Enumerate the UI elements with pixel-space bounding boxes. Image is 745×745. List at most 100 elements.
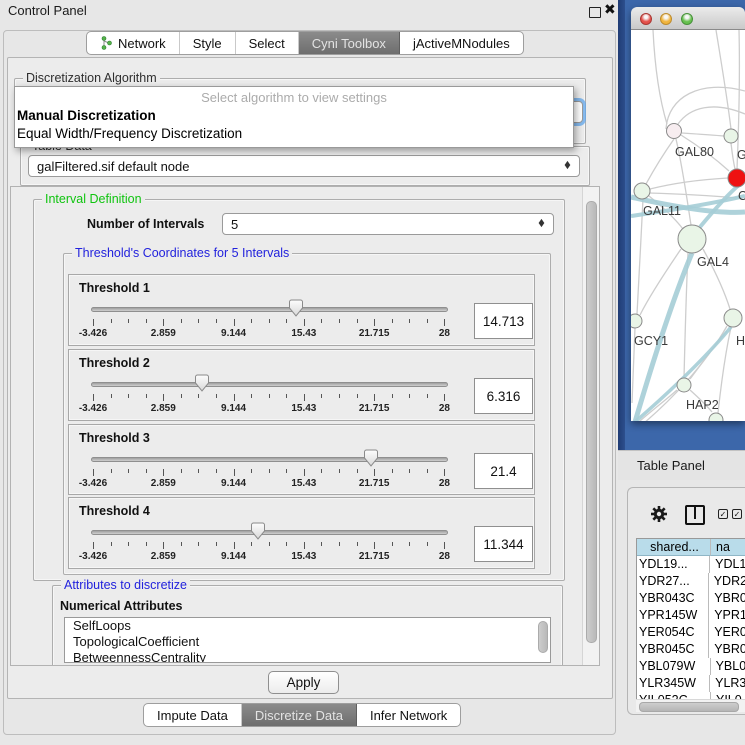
network-window-titlebar	[631, 7, 745, 30]
cell-shared-name: YDR27...	[637, 573, 709, 590]
cell-shared-name: YBR043C	[637, 590, 709, 607]
network-node[interactable]	[728, 169, 745, 187]
slider-tick-label: 2.859	[151, 478, 176, 489]
table-row[interactable]: YBL079WYBL0	[637, 658, 745, 675]
checkbox-column-icon[interactable]: ✓	[732, 509, 742, 519]
table-horizontal-scrollbar[interactable]	[636, 699, 745, 712]
attribute-list-item[interactable]: SelfLoops	[65, 618, 550, 634]
number-of-intervals-combobox[interactable]: 5 ▲▼	[222, 213, 554, 235]
close-traffic-light-icon[interactable]	[640, 13, 652, 25]
table-row[interactable]: YER054CYER0	[637, 624, 745, 641]
slider-handle[interactable]	[251, 522, 266, 541]
network-node[interactable]	[709, 413, 723, 421]
table-row[interactable]: YBR043CYBR0	[637, 590, 745, 607]
network-canvas[interactable]: GAL80GACGAL11GAL4GCY1HHAP2	[631, 30, 745, 421]
table-hscrollbar-thumb[interactable]	[639, 702, 739, 712]
slider-handle[interactable]	[363, 449, 378, 468]
cell-name: YBL0	[711, 658, 745, 675]
tab-select[interactable]: Select	[236, 32, 299, 54]
float-window-icon[interactable]	[589, 7, 601, 18]
tab-impute-data[interactable]: Impute Data	[144, 704, 242, 726]
threshold-label: Threshold 4	[79, 504, 150, 518]
tab-label: Network	[118, 36, 166, 51]
network-node-label: H	[736, 334, 745, 348]
tab-network[interactable]: Network	[87, 32, 180, 54]
slider-tick	[93, 319, 94, 326]
table-data-combobox-value: galFiltered.sif default node	[37, 159, 189, 174]
table-row[interactable]: YDL19...YDL1	[637, 556, 745, 573]
network-node[interactable]	[631, 314, 642, 328]
attribute-list-item[interactable]: TopologicalCoefficient	[65, 634, 550, 650]
settings-scrollbar-thumb[interactable]	[586, 201, 597, 643]
popup-item-manual-discretization[interactable]: Manual Discretization	[17, 108, 156, 123]
threshold-value-field[interactable]: 14.713	[474, 303, 533, 339]
threshold-value-field[interactable]: 6.316	[474, 378, 533, 414]
slider-track[interactable]	[91, 457, 448, 462]
slider-tick	[163, 319, 164, 326]
checkbox-column-icon[interactable]: ✓	[718, 509, 728, 519]
slider-tick	[93, 394, 94, 401]
close-icon[interactable]: ✖	[604, 1, 616, 18]
cell-shared-name: YBR045C	[637, 641, 709, 658]
table-header-row[interactable]: shared...na	[637, 539, 745, 556]
network-node[interactable]	[724, 129, 738, 143]
threshold-value-field[interactable]: 11.344	[474, 526, 533, 562]
gene-table[interactable]: shared...na YDL19...YDL1YDR27...YDR2YBR0…	[636, 538, 745, 700]
table-row[interactable]: YPR145WYPR1	[637, 607, 745, 624]
gear-icon[interactable]	[650, 505, 668, 523]
slider-tick	[392, 319, 393, 323]
slider-tick	[234, 319, 235, 326]
column-header-shared-name[interactable]: shared...	[637, 539, 711, 556]
slider-tick	[444, 542, 445, 549]
popup-prompt: Select algorithm to view settings	[15, 90, 573, 105]
threshold-label: Threshold 1	[79, 281, 150, 295]
control-panel: Control Panel ✖ NetworkStyleSelectCyni T…	[0, 0, 618, 745]
popup-item-equal-width-frequency[interactable]: Equal Width/Frequency Discretization	[17, 126, 242, 141]
slider-tick	[427, 394, 428, 398]
attribute-list-item[interactable]: BetweennessCentrality	[65, 650, 550, 663]
table-panel-titlebar: Table Panel	[618, 450, 745, 481]
network-node[interactable]	[677, 378, 691, 392]
network-node[interactable]	[724, 309, 742, 327]
cell-shared-name: YER054C	[637, 624, 709, 641]
combo-stepper-icon: ▲▼	[533, 220, 553, 228]
slider-tick	[321, 319, 322, 323]
tab-jactivemnodules[interactable]: jActiveMNodules	[400, 32, 523, 54]
minimize-traffic-light-icon[interactable]	[660, 13, 672, 25]
column-header-name[interactable]: na	[711, 539, 745, 556]
slider-track[interactable]	[91, 530, 448, 535]
table-row[interactable]: YDR27...YDR2	[637, 573, 745, 590]
network-node[interactable]	[678, 225, 706, 253]
slider-tick	[304, 542, 305, 549]
threshold-value-field[interactable]: 21.4	[474, 453, 533, 489]
slider-tick	[269, 542, 270, 546]
tab-infer-network[interactable]: Infer Network	[357, 704, 460, 726]
network-node[interactable]	[667, 124, 682, 139]
slider-track[interactable]	[91, 382, 448, 387]
tab-cyni-toolbox[interactable]: Cyni Toolbox	[299, 32, 400, 54]
network-node-label: GAL11	[643, 204, 681, 218]
network-node-label: HAP2	[686, 398, 719, 412]
slider-handle[interactable]	[288, 299, 303, 318]
slider-tick	[269, 319, 270, 323]
zoom-traffic-light-icon[interactable]	[681, 13, 693, 25]
split-table-icon[interactable]	[685, 505, 705, 525]
network-node[interactable]	[634, 183, 650, 199]
apply-button[interactable]: Apply	[268, 671, 339, 694]
tab-discretize-data[interactable]: Discretize Data	[242, 704, 357, 726]
slider-tick-label: 15.43	[291, 328, 316, 339]
slider-handle[interactable]	[194, 374, 209, 393]
list-scrollbar-thumb[interactable]	[538, 621, 548, 653]
table-row[interactable]: YLR345WYLR3	[637, 675, 745, 692]
settings-scrollbar[interactable]	[582, 187, 599, 665]
slider-tick	[321, 469, 322, 473]
slider-tick-label: 2.859	[151, 403, 176, 414]
table-data-combobox[interactable]: galFiltered.sif default node ▲▼	[28, 155, 580, 177]
threshold-panel: Threshold 1-3.4262.8599.14415.4321.71528…	[68, 274, 535, 346]
bottom-tab-strip: Impute DataDiscretize DataInfer Network	[143, 703, 461, 727]
slider-track[interactable]	[91, 307, 448, 312]
numerical-attributes-list[interactable]: SelfLoopsTopologicalCoefficientBetweenne…	[64, 617, 551, 663]
table-row[interactable]: YBR045CYBR0	[637, 641, 745, 658]
tab-style[interactable]: Style	[180, 32, 236, 54]
slider-tick	[111, 319, 112, 323]
